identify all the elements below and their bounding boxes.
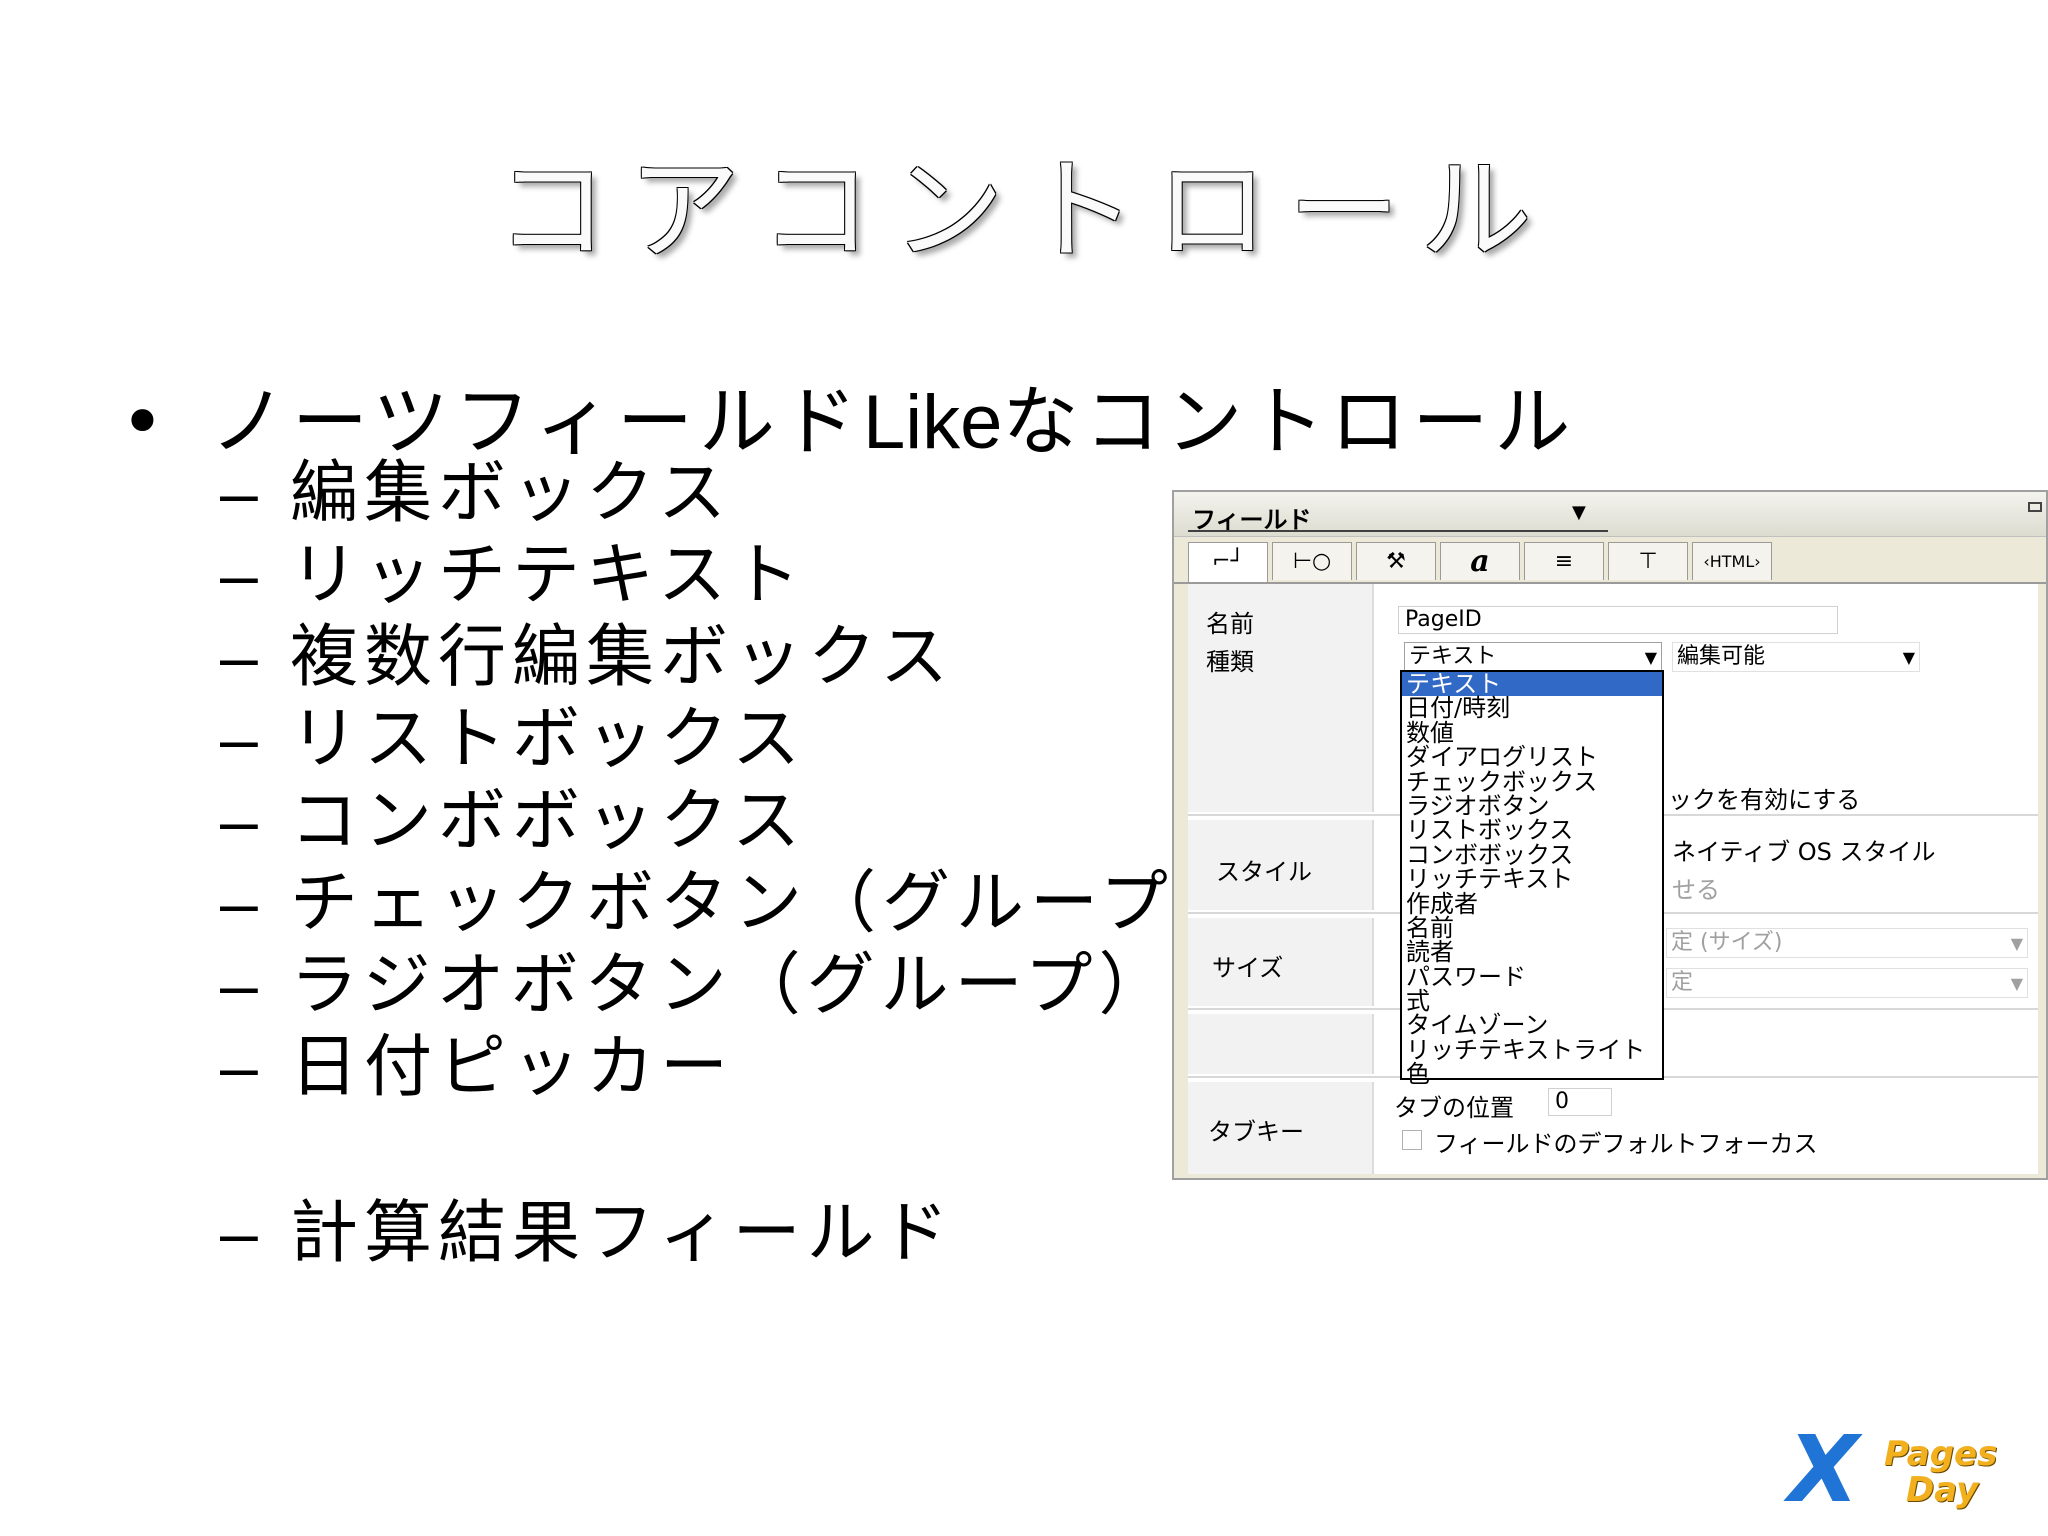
type-select-value: テキスト <box>1409 644 1497 669</box>
dropdown-option[interactable]: パスワード <box>1402 964 1662 989</box>
list-item-text: ラジオボタン（グループ） <box>290 946 1173 1025</box>
list-item: – コンボボックス <box>220 780 1248 862</box>
dialog-title-underline <box>1188 530 1608 532</box>
dash-icon: – <box>220 783 264 859</box>
tab-position-label: タブの位置 <box>1394 1094 1514 1122</box>
dropdown-option[interactable]: 数値 <box>1402 721 1662 745</box>
list-item: – リッチテキスト <box>220 534 1248 616</box>
style-label: スタイル <box>1216 858 1312 886</box>
size-select-2[interactable]: 定 ▼ <box>1666 968 2028 998</box>
default-focus-checkbox[interactable] <box>1402 1130 1422 1150</box>
list-item: – 複数行編集ボックス <box>220 616 1248 698</box>
partial-checkbox-label: ックを有効にする <box>1668 786 1861 814</box>
style-option-text: せる <box>1672 876 1720 904</box>
dash-icon: – <box>220 619 264 695</box>
dropdown-option[interactable]: ダイアログリスト <box>1402 745 1662 769</box>
dropdown-option[interactable]: リストボックス <box>1402 818 1662 842</box>
chevron-down-icon[interactable]: ▼ <box>1645 644 1657 672</box>
default-focus-label: フィールドのデフォルトフォーカス <box>1434 1130 1818 1158</box>
list-item: – チェックボタン（グループ） <box>220 862 1248 944</box>
dropdown-option[interactable]: リッチテキスト <box>1402 867 1662 891</box>
list-item: – 日付ピッカー <box>220 1026 1248 1108</box>
tab-control[interactable]: ⊢○ <box>1272 542 1352 580</box>
logo-day: Day <box>1906 1470 1979 1510</box>
native-os-style-text: ネイティブ OS スタイル <box>1672 838 1936 866</box>
tab-font[interactable]: a <box>1440 542 1520 580</box>
list-spacer <box>220 1108 1248 1192</box>
dropdown-option[interactable]: 名前 <box>1402 916 1662 940</box>
sub-bullet-list: – 編集ボックス – リッチテキスト – 複数行編集ボックス – リストボックス – コン… <box>220 452 1248 1274</box>
name-field[interactable]: PageID <box>1398 606 1838 634</box>
tab-basics[interactable]: ⌐┘ <box>1188 542 1268 584</box>
editable-select-value: 編集可能 <box>1677 644 1766 669</box>
list-item: – ラジオボタン（グループ） <box>220 944 1248 1026</box>
bullet-dot-icon: • <box>120 377 165 466</box>
dropdown-option[interactable]: チェックボックス <box>1402 769 1662 794</box>
dash-icon: – <box>220 1195 264 1271</box>
list-item-text: 日付ピッカー <box>290 1028 735 1107</box>
list-item-text: リッチテキスト <box>290 536 806 615</box>
dash-icon: – <box>220 947 264 1023</box>
dash-icon: – <box>220 1029 264 1105</box>
slide: コアコントロール • ノーツフィールドLikeなコントロール – 編集ボックス – リ… <box>0 0 2048 1536</box>
list-item: – 編集ボックス <box>220 452 1248 534</box>
chevron-down-icon[interactable]: ▼ <box>2011 930 2023 958</box>
tabkey-label: タブキー <box>1208 1118 1304 1146</box>
tab-paragraph[interactable]: ≡ <box>1524 542 1604 580</box>
dropdown-option[interactable]: コンボボックス <box>1402 843 1662 867</box>
size-select-2-value: 定 <box>1671 970 1694 995</box>
type-label: 種類 <box>1206 648 1254 676</box>
dropdown-option[interactable]: リッチテキストライト <box>1402 1038 1662 1062</box>
dash-icon: – <box>220 701 264 777</box>
size-label: サイズ <box>1212 954 1284 982</box>
chevron-down-icon[interactable]: ▼ <box>1903 644 1915 672</box>
tab-position-field[interactable]: 0 <box>1548 1088 1612 1116</box>
chevron-down-icon[interactable]: ▼ <box>2011 970 2023 998</box>
editable-select[interactable]: 編集可能 ▼ <box>1672 642 1920 672</box>
dropdown-option[interactable]: テキスト <box>1402 672 1662 697</box>
dialog-header: フィールド ▼ <box>1174 492 2046 537</box>
list-item-text: コンボボックス <box>290 782 806 861</box>
dropdown-option[interactable]: 色 <box>1402 1062 1662 1086</box>
dropdown-option[interactable]: ラジオボタン <box>1402 794 1662 818</box>
list-item-text: 複数行編集ボックス <box>290 618 954 697</box>
chevron-down-icon[interactable]: ▼ <box>1572 502 1586 523</box>
dropdown-option[interactable]: タイムゾーン <box>1402 1013 1662 1037</box>
section-blank <box>1188 1014 1374 1074</box>
xpages-day-logo: X Pages Day <box>1788 1416 2008 1523</box>
dash-icon: – <box>220 537 264 613</box>
size-select-1-value: 定 (サイズ) <box>1671 930 1783 955</box>
dropdown-option[interactable]: 式 <box>1402 989 1662 1013</box>
restore-icon[interactable] <box>2028 502 2042 512</box>
list-item-text: チェックボタン（グループ） <box>290 864 1248 943</box>
tab-html[interactable]: ‹HTML› <box>1692 542 1772 580</box>
tab-hide-when[interactable]: ⊤ <box>1608 542 1688 580</box>
size-select-1[interactable]: 定 (サイズ) ▼ <box>1666 928 2028 958</box>
list-item-text: 編集ボックス <box>290 454 732 533</box>
list-item-text: リストボックス <box>290 700 806 779</box>
list-item: – 計算結果フィールド <box>220 1192 1248 1274</box>
type-dropdown-list: テキスト 日付/時刻 数値 ダイアログリスト チェックボックス ラジオボタン リ… <box>1400 670 1664 1086</box>
slide-title: コアコントロール <box>496 146 1552 276</box>
name-label: 名前 <box>1206 610 1254 638</box>
type-select[interactable]: テキスト ▼ <box>1404 642 1662 672</box>
tab-advanced[interactable]: ⚒ <box>1356 542 1436 580</box>
list-item-text: 計算結果フィールド <box>290 1194 955 1273</box>
logo-pages: Pages <box>1884 1434 1998 1474</box>
dash-icon: – <box>220 455 264 531</box>
dropdown-option[interactable]: 作成者 <box>1402 891 1662 916</box>
dash-icon: – <box>220 865 264 941</box>
dropdown-option[interactable]: 日付/時刻 <box>1402 696 1662 720</box>
dropdown-option[interactable]: 読者 <box>1402 940 1662 964</box>
list-item: – リストボックス <box>220 698 1248 780</box>
logo-x: X <box>1788 1416 1859 1523</box>
